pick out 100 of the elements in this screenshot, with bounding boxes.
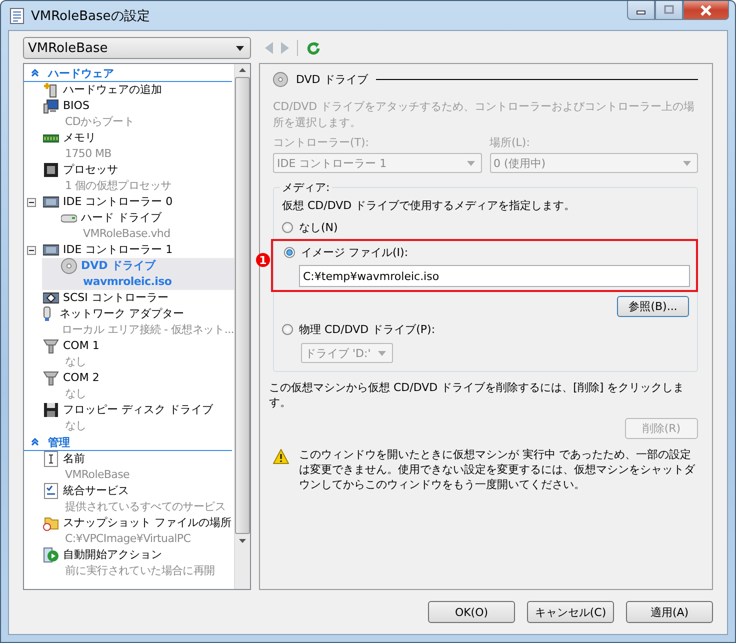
scroll-thumb[interactable] (235, 77, 250, 534)
scroll-up-icon (239, 68, 246, 72)
dialog-button[interactable]: キャンセル(C) (527, 601, 614, 623)
group-label: メディア: (280, 180, 332, 195)
window-title: VMRoleBaseの設定 (31, 8, 150, 25)
tree-item[interactable]: BIOS CDからブート (24, 98, 234, 130)
item-label: ネットワーク アダプター (59, 306, 185, 322)
remove-note: この仮想マシンから仮想 CD/DVD ドライブを削除するには、[削除] をクリックします。 (269, 380, 686, 410)
tree-item[interactable]: メモリ 1750 MB (24, 130, 234, 162)
radio-button[interactable] (282, 324, 293, 334)
item-detail: CDからブート (64, 114, 134, 130)
item-label: 自動開始アクション (63, 547, 163, 563)
collapse-icon[interactable] (27, 198, 36, 206)
disc-icon (273, 72, 288, 87)
vm-dropdown[interactable]: VMRoleBase (23, 37, 251, 59)
radio-option[interactable]: なし(N) (280, 217, 689, 237)
item-detail: 1 個の仮想プロセッサ (64, 178, 172, 194)
radio-option[interactable]: イメージ ファイル(I): (282, 242, 690, 262)
tree-item[interactable]: IDE コントローラー 1 (24, 242, 234, 258)
computer-icon (43, 98, 59, 114)
field-label: コントローラー(T): (273, 135, 370, 150)
tree-item[interactable]: スナップショット ファイルの場所 C:¥VPCImage¥VirtualPC (24, 515, 234, 547)
browse-button[interactable]: 参照(B)... (617, 296, 689, 317)
item-label: 統合サービス (63, 483, 130, 499)
item-detail: 1750 MB (64, 146, 112, 162)
refresh-icon[interactable] (306, 40, 321, 56)
settings-list-icon (9, 8, 25, 24)
disc-icon (61, 258, 77, 274)
tree-item[interactable]: 自動開始アクション 前に実行されていた場合に再開 (24, 547, 234, 579)
item-label: フロッピー ディスク ドライブ (63, 402, 213, 418)
dialog-button[interactable]: OK(O) (428, 601, 515, 623)
tree-item[interactable]: COM 2 なし (24, 370, 234, 402)
section-title: DVD ドライブ (296, 72, 368, 87)
tree-item[interactable]: 統合サービス 提供されているすべてのサービス (24, 483, 234, 515)
serial-port-icon (43, 338, 59, 354)
dropdown-arrow-icon (378, 350, 386, 356)
tree-item[interactable]: ネットワーク アダプター ローカル エリア接続 - 仮想ネット... (24, 306, 234, 338)
add-hardware-icon (43, 82, 59, 98)
tree-item[interactable]: フロッピー ディスク ドライブ なし (24, 402, 234, 434)
minimize-button[interactable] (627, 1, 655, 20)
item-label: BIOS (63, 98, 90, 114)
section-header[interactable]: 管理 (24, 434, 232, 451)
path-field[interactable]: C:¥temp¥wavmroleic.iso (299, 265, 690, 287)
controller-icon (43, 242, 59, 258)
warning-icon (273, 449, 289, 464)
folder-icon (43, 515, 59, 531)
close-button[interactable] (683, 1, 729, 20)
item-label: SCSI コントローラー (63, 290, 168, 306)
close-icon (699, 4, 713, 16)
item-label: COM 2 (63, 370, 100, 386)
dropdown-arrow-icon (236, 46, 244, 50)
processor-icon (43, 162, 59, 178)
item-detail: C:¥VPCImage¥VirtualPC (64, 531, 192, 547)
item-detail: なし (64, 418, 88, 434)
item-detail: VMRoleBase.vhd (82, 226, 170, 242)
collapse-icon[interactable] (27, 246, 36, 254)
dialog-button[interactable]: 適用(A) (626, 601, 713, 623)
maximize-icon (664, 5, 674, 15)
item-detail: 提供されているすべてのサービス (64, 499, 226, 515)
dropdown-arrow-icon (683, 160, 691, 166)
section-header[interactable]: ハードウェア (24, 65, 232, 82)
item-detail: 前に実行されていた場合に再開 (64, 563, 215, 579)
scsi-controller-icon (43, 290, 59, 306)
tree-item[interactable]: ハードウェアの追加 (24, 82, 234, 98)
item-detail: wavmroleic.iso (82, 274, 172, 290)
controller-icon (43, 194, 59, 210)
tree-item[interactable]: SCSI コントローラー (24, 290, 234, 306)
item-label: プロセッサ (63, 162, 119, 178)
checklist-icon (43, 483, 59, 499)
collapse-chevron-icon (31, 438, 39, 446)
item-detail: ローカル エリア接続 - 仮想ネット... (60, 322, 234, 338)
media-hint: 仮想 CD/DVD ドライブで使用するメディアを指定します。 (282, 198, 576, 213)
tree-item[interactable]: ハード ドライブ VMRoleBase.vhd (42, 210, 234, 242)
item-label: COM 1 (63, 338, 100, 354)
item-label: ハードウェアの追加 (63, 82, 162, 98)
text-field-icon (43, 451, 59, 467)
item-detail: なし (64, 354, 88, 370)
item-detail: なし (64, 386, 88, 402)
radio-option[interactable]: 物理 CD/DVD ドライブ(P): (280, 319, 689, 339)
tree-item[interactable]: 名前 VMRoleBase (24, 451, 234, 483)
description-text: CD/DVD ドライブをアタッチするため、コントローラーおよびコントローラー上の場所を選択します。 (273, 99, 696, 131)
item-label: スナップショット ファイルの場所 (63, 515, 232, 531)
item-label: DVD ドライブ (81, 258, 157, 274)
item-label: IDE コントローラー 1 (63, 242, 173, 258)
collapse-chevron-icon (31, 69, 39, 77)
radio-button[interactable] (282, 222, 293, 232)
item-label: IDE コントローラー 0 (63, 194, 173, 210)
item-label: メモリ (63, 130, 97, 146)
tree-item[interactable]: プロセッサ 1 個の仮想プロセッサ (24, 162, 234, 194)
warning-message: このウィンドウを開いたときに仮想マシンが 実行中 であったため、一部の設定は変更できません。使用できない設定を変更するには、仮想マシンをシャットダウンしてからこのウィンドウをもう一度開いてください。 (299, 447, 696, 492)
play-icon (43, 547, 59, 563)
tree-item[interactable]: IDE コントローラー 0 (24, 194, 234, 210)
item-label: ハード ドライブ (81, 210, 163, 226)
tree-item[interactable]: COM 1 なし (24, 338, 234, 370)
radio-button[interactable] (284, 246, 295, 258)
dropdown-arrow-icon (466, 160, 474, 166)
item-detail: VMRoleBase (64, 467, 130, 483)
field-label: 場所(L): (490, 135, 531, 150)
annotation-badge: 1 (256, 253, 270, 267)
scrollbar[interactable] (234, 64, 250, 589)
